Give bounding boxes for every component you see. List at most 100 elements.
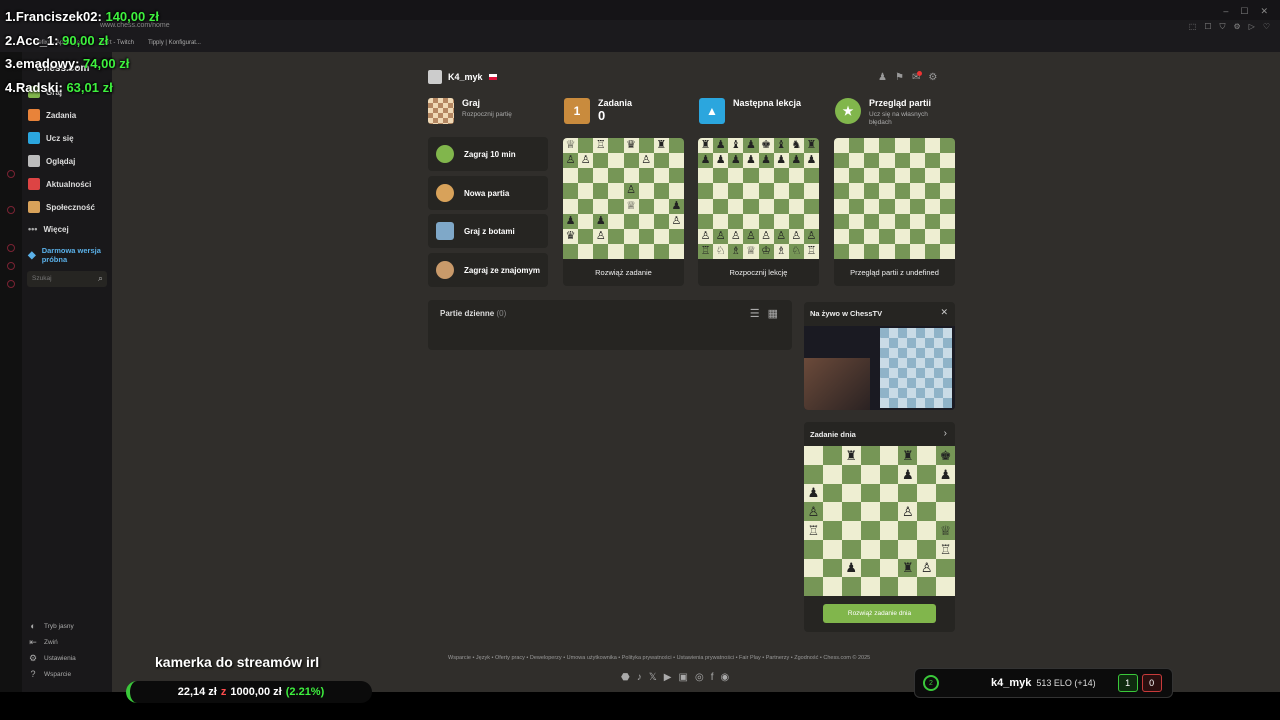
board-square[interactable] (563, 168, 579, 184)
board-square[interactable]: ♝ (728, 138, 744, 154)
play-friend-button[interactable]: Zagraj ze znajomym (428, 253, 548, 287)
board-square[interactable] (822, 464, 842, 484)
board-square[interactable] (939, 183, 955, 199)
board-square[interactable] (917, 577, 937, 596)
board-square[interactable] (713, 183, 729, 199)
board-square[interactable]: ♙ (638, 153, 654, 169)
board-square[interactable]: ♕ (623, 198, 639, 214)
board-square[interactable]: ♖ (698, 243, 714, 259)
youtube-icon[interactable]: ▶ (664, 672, 672, 683)
board-square[interactable] (803, 213, 819, 229)
board-square[interactable] (898, 521, 918, 540)
board-square[interactable]: ♟ (804, 483, 823, 503)
sidebar-item-more[interactable]: ••• Więcej (28, 224, 69, 234)
board-square[interactable] (849, 183, 865, 199)
board-square[interactable]: ♙ (713, 228, 729, 244)
board-square[interactable] (698, 213, 714, 229)
board-square[interactable] (834, 138, 850, 154)
board-square[interactable] (909, 213, 925, 229)
board-square[interactable] (743, 168, 759, 184)
board-square[interactable] (653, 243, 669, 259)
board-square[interactable] (563, 198, 579, 214)
board-square[interactable] (909, 138, 925, 154)
board-square[interactable]: ♙ (898, 502, 918, 521)
board-square[interactable]: ♙ (804, 502, 823, 521)
board-square[interactable] (879, 464, 899, 484)
board-square[interactable] (864, 183, 880, 199)
board-square[interactable] (909, 243, 925, 259)
board-square[interactable] (834, 243, 850, 259)
board-square[interactable]: ♜ (898, 558, 918, 578)
board-square[interactable]: ♙ (668, 213, 684, 229)
board-square[interactable]: ♘ (713, 243, 729, 259)
board-square[interactable] (841, 577, 861, 596)
board-square[interactable] (623, 213, 639, 229)
board-square[interactable] (879, 198, 895, 214)
board-square[interactable] (743, 183, 759, 199)
chesstv-stream-thumbnail[interactable] (804, 326, 955, 410)
settings-icon[interactable]: ⚙ (1234, 22, 1241, 32)
board-square[interactable]: ♚ (758, 138, 774, 154)
board-square[interactable] (841, 464, 861, 484)
board-square[interactable] (924, 228, 940, 244)
board-square[interactable] (939, 168, 955, 184)
board-square[interactable] (917, 539, 937, 559)
board-square[interactable] (834, 228, 850, 244)
board-square[interactable] (593, 153, 609, 169)
board-square[interactable] (860, 483, 880, 503)
board-square[interactable] (849, 213, 865, 229)
board-square[interactable] (653, 168, 669, 184)
board-square[interactable]: ♗ (728, 243, 744, 259)
search-input[interactable]: Szukaj ⌕ (27, 271, 107, 287)
maximize-icon[interactable]: ☐ (1240, 6, 1248, 17)
board-square[interactable]: ♟ (698, 153, 714, 169)
play-10-min-button[interactable]: Zagraj 10 min (428, 137, 548, 171)
board-square[interactable] (849, 153, 865, 169)
rail-icon[interactable] (7, 280, 15, 288)
board-square[interactable] (879, 483, 899, 503)
board-square[interactable]: ♙ (728, 228, 744, 244)
board-square[interactable] (879, 558, 899, 578)
board-square[interactable] (917, 464, 937, 484)
board-square[interactable] (864, 198, 880, 214)
shield-icon[interactable]: ⛉ (1220, 22, 1226, 32)
board-square[interactable]: ♟ (713, 138, 729, 154)
board-square[interactable] (788, 183, 804, 199)
close-icon[interactable]: ✕ (940, 307, 948, 318)
board-square[interactable] (593, 198, 609, 214)
board-square[interactable]: ♟ (803, 153, 819, 169)
board-square[interactable] (898, 539, 918, 559)
board-square[interactable] (841, 483, 861, 503)
board-square[interactable] (608, 243, 624, 259)
board-square[interactable] (894, 213, 910, 229)
board-square[interactable] (593, 243, 609, 259)
user-header[interactable]: K4_myk (428, 70, 497, 84)
board-square[interactable] (773, 213, 789, 229)
board-square[interactable] (728, 198, 744, 214)
board-square[interactable] (773, 168, 789, 184)
board-square[interactable]: ♛ (563, 228, 579, 244)
board-square[interactable]: ♙ (758, 228, 774, 244)
board-square[interactable] (713, 213, 729, 229)
lesson-board[interactable]: ♜ ♟ ♝ ♟ ♚ ♝ ♞ ♜ ♟ ♟ ♟ ♟ ♟ ♟ ♟ ♟ ♙ ♙ ♙ ♙ ♙ ♙ ♙ ♙ ♖ ♘ ♗ ♕ ♔ ♗ ♘ ♖ (698, 138, 819, 259)
board-square[interactable] (623, 243, 639, 259)
board-square[interactable] (578, 243, 594, 259)
rail-icon[interactable] (7, 206, 15, 214)
board-square[interactable] (924, 153, 940, 169)
board-square[interactable] (608, 198, 624, 214)
board-square[interactable]: ♙ (623, 183, 639, 199)
board-square[interactable] (788, 168, 804, 184)
board-square[interactable] (593, 183, 609, 199)
challenge-icon[interactable]: ⚑ (895, 72, 904, 83)
board-square[interactable] (578, 213, 594, 229)
sidebar-collapse[interactable]: ⇤ Zwiń (28, 637, 58, 648)
board-square[interactable] (653, 228, 669, 244)
board-square[interactable] (860, 446, 880, 465)
board-square[interactable] (623, 228, 639, 244)
review-header[interactable]: ★ Przegląd partii Ucz się na własnych bł… (835, 98, 933, 127)
board-square[interactable] (879, 183, 895, 199)
board-square[interactable]: ♟ (728, 153, 744, 169)
tiktok-icon[interactable]: ♪ (637, 672, 642, 683)
play-header[interactable]: Graj Rozpocznij partię (428, 98, 512, 124)
board-square[interactable] (834, 168, 850, 184)
